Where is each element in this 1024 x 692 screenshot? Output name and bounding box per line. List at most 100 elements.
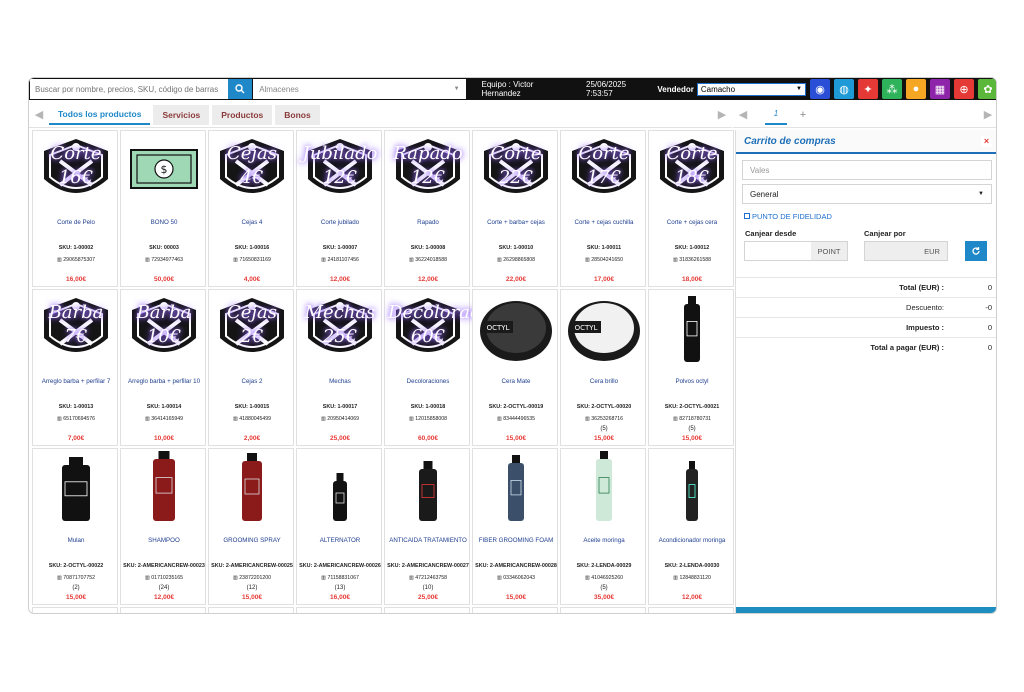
product-sku: SKU: 00003 bbox=[149, 245, 179, 251]
tool-button-7[interactable]: ✿ bbox=[978, 79, 996, 99]
vendor-select[interactable]: Camacho ▼ bbox=[696, 82, 806, 96]
product-card[interactable]: OCTYL Cera brillo SKU: 2-OCTYL-00020 ▥ 3625… bbox=[560, 289, 646, 446]
product-card[interactable]: Rapado 12€ Rapado SKU: 1-00008 ▥ 36224018588… bbox=[384, 130, 470, 287]
tool-button-4[interactable]: ● bbox=[906, 79, 926, 99]
product-card[interactable]: SHAMPOO SKU: 2-AMERICANCREW-00023 ▥ 017102… bbox=[120, 448, 206, 605]
tab-0[interactable]: Todos los productos bbox=[49, 104, 151, 125]
product-barcode: ▥ 47212463758 bbox=[385, 575, 471, 581]
add-cart-tab-button[interactable]: + bbox=[793, 109, 813, 121]
product-card[interactable] bbox=[560, 607, 646, 613]
search-button[interactable] bbox=[228, 79, 253, 99]
store-select[interactable]: Almacenes ▼ bbox=[253, 79, 466, 99]
product-barcode: ▥ 82718780731 bbox=[649, 416, 735, 422]
product-card[interactable]: Mulan SKU: 2-OCTYL-00022 ▥ 70871707752 (2) 1… bbox=[32, 448, 118, 605]
tab-2[interactable]: Productos bbox=[212, 104, 273, 125]
product-card[interactable] bbox=[384, 607, 470, 613]
tool-button-1[interactable]: ◍ bbox=[834, 79, 854, 99]
product-card[interactable]: Polvos octyl SKU: 2-OCTYL-00021 ▥ 82718780… bbox=[648, 289, 734, 446]
product-card[interactable]: Aceite moringa SKU: 2-LENDA-00029 ▥ 410469… bbox=[560, 448, 646, 605]
barcode-value: 01710235165 bbox=[151, 575, 184, 581]
product-name: Aceite moringa bbox=[583, 537, 625, 544]
product-image bbox=[36, 451, 116, 527]
tool-button-2[interactable]: ✦ bbox=[858, 79, 878, 99]
total-row: Total a pagar (EUR) : 0 bbox=[736, 337, 996, 357]
total-label: Total a pagar (EUR) : bbox=[870, 343, 944, 352]
search-input[interactable] bbox=[30, 79, 229, 99]
promo-image: Jubilado 12€ bbox=[300, 133, 380, 209]
product-card[interactable]: Cejas 2€ Cejas 2 SKU: 1-00015 ▥ 41880045499 2… bbox=[208, 289, 294, 446]
jar-image: OCTYL bbox=[565, 293, 643, 368]
product-sku: SKU: 2-LENDA-00030 bbox=[664, 563, 720, 569]
barcode-icon: ▥ bbox=[321, 575, 327, 581]
product-barcode: ▥ 41880045499 bbox=[209, 416, 295, 422]
product-card[interactable] bbox=[472, 607, 558, 613]
tabs-next-icon[interactable]: ▶ bbox=[712, 108, 732, 121]
tool-button-6[interactable]: ⊕ bbox=[954, 79, 974, 99]
promo-line-2: 16€ bbox=[58, 167, 94, 188]
cart-tabs-prev-icon[interactable]: ◀ bbox=[733, 108, 753, 121]
tab-3[interactable]: Bonos bbox=[275, 104, 320, 125]
product-card[interactable]: ALTERNATOR SKU: 2-AMERICANCREW-00026 ▥ 711… bbox=[296, 448, 382, 605]
product-card[interactable] bbox=[208, 607, 294, 613]
product-card[interactable]: Corte 16€ Corte de Pelo SKU: 1-00002 ▥ 29065… bbox=[32, 130, 118, 287]
product-name: Rapado bbox=[417, 219, 439, 226]
product-card[interactable]: ANTICAIDA TRATAMIENTO SKU: 2-AMERICANCREW… bbox=[384, 448, 470, 605]
tool-button-5[interactable]: ▦ bbox=[930, 79, 950, 99]
tab-1[interactable]: Servicios bbox=[153, 104, 210, 125]
product-card[interactable] bbox=[120, 607, 206, 613]
barcode-icon: ▥ bbox=[320, 416, 326, 422]
barcode-value: 12015858008 bbox=[415, 416, 448, 422]
promo-image: Corte 16€ bbox=[36, 133, 116, 209]
canjear-por-label: Canjear por bbox=[864, 229, 906, 238]
barcode-value: 03346062043 bbox=[503, 575, 536, 581]
product-name: Decoloraciones bbox=[406, 378, 450, 385]
product-card[interactable]: Cejas 4€ Cejas 4 SKU: 1-00016 ▥ 71650831169 4… bbox=[208, 130, 294, 287]
product-price: 2,00€ bbox=[243, 435, 261, 442]
refresh-button[interactable] bbox=[965, 241, 987, 261]
product-card[interactable]: FIBER GROOMING FOAM SKU: 2-AMERICANCREW-0… bbox=[472, 448, 558, 605]
product-name: Corte + cejas cera bbox=[666, 219, 718, 226]
product-card[interactable]: Corte 22€ Corte + barba+ cejas SKU: 1-00010… bbox=[472, 130, 558, 287]
eur-unit: EUR bbox=[924, 246, 940, 256]
product-card[interactable]: OCTYL Cera Mate SKU: 2-OCTYL-00019 ▥ 834444… bbox=[472, 289, 558, 446]
bottle-image bbox=[565, 450, 643, 528]
product-name: ANTICAIDA TRATAMIENTO bbox=[389, 537, 467, 544]
product-card[interactable] bbox=[32, 607, 118, 613]
product-card[interactable]: Corte 17€ Corte + cejas cuchilla SKU: 1-000… bbox=[560, 130, 646, 287]
promo-line-1: Cejas bbox=[227, 302, 277, 323]
product-name: Polvos octyl bbox=[675, 378, 709, 385]
tool-button-3[interactable]: ⁂ bbox=[882, 79, 902, 99]
product-card[interactable]: Barba 10€ Arreglo barba + perfilar 10 SKU: … bbox=[120, 289, 206, 446]
vales-input[interactable]: Vales bbox=[742, 160, 992, 180]
product-card[interactable]: Decoloración 60€ Decoloraciones SKU: 1-0001… bbox=[384, 289, 508, 446]
product-card[interactable]: Corte 18€ Corte + cejas cera SKU: 1-00012 ▥ … bbox=[648, 130, 734, 287]
bottle-image bbox=[653, 292, 731, 369]
product-card[interactable]: Acondicionador moringa SKU: 2-LENDA-00030… bbox=[648, 448, 734, 605]
product-card[interactable]: Jubilado 12€ Corte jubilado SKU: 1-00007 ▥ 2… bbox=[296, 130, 382, 287]
general-select[interactable]: General ▼ bbox=[742, 184, 992, 204]
barcode-value: 31836261588 bbox=[679, 257, 712, 263]
eur-input[interactable]: EUR bbox=[864, 241, 948, 261]
close-icon[interactable]: × bbox=[981, 135, 992, 147]
barcode-value: 83444496535 bbox=[503, 416, 536, 422]
product-card[interactable] bbox=[648, 607, 734, 613]
fidelity-link[interactable]: PUNTO DE FIDELIDAD bbox=[744, 212, 996, 221]
product-card[interactable]: $ BONO 50 SKU: 00003 ▥ 72934977463 50,00€ bbox=[120, 130, 206, 287]
product-sku: SKU: 1-00002 bbox=[58, 245, 94, 251]
cart-tabs-next-icon[interactable]: ▶ bbox=[978, 108, 996, 121]
tool-button-0[interactable]: ◉ bbox=[810, 79, 830, 99]
points-input[interactable]: POINT bbox=[744, 241, 848, 261]
product-card[interactable]: Mechas 25€ Mechas SKU: 1-00017 ▥ 20950414069… bbox=[296, 289, 382, 446]
barcode-value: 20950414069 bbox=[327, 416, 360, 422]
category-tabs: ◀ Todos los productos Servicios Productos B… bbox=[29, 102, 732, 128]
cart-tab-1[interactable]: 1 bbox=[765, 105, 787, 125]
product-card[interactable]: GROOMING SPRAY SKU: 2-AMERICANCREW-00025 ▥… bbox=[208, 448, 294, 605]
product-card[interactable] bbox=[296, 607, 382, 613]
product-barcode: ▥ 12848831120 bbox=[649, 575, 735, 581]
total-label: Total (EUR) : bbox=[899, 283, 944, 292]
promo-image: Rapado 12€ bbox=[388, 133, 468, 209]
barcode-value: 41880045499 bbox=[239, 416, 272, 422]
bottle-image bbox=[125, 450, 203, 528]
product-card[interactable]: Barba 7€ Arreglo barba + perfilar 7 SKU: 1-… bbox=[32, 289, 118, 446]
tabs-prev-icon[interactable]: ◀ bbox=[29, 108, 49, 121]
